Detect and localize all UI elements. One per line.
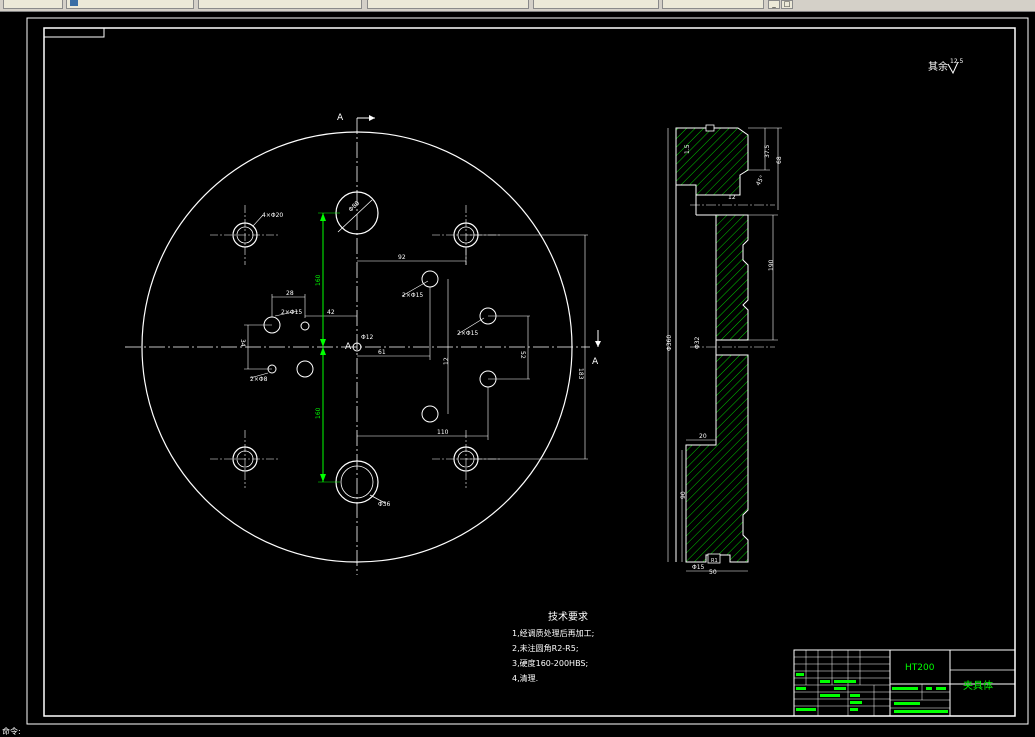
dim-160-bottom: 160 <box>315 407 322 419</box>
section-label-center: A <box>345 342 352 352</box>
dim-center-hole: Φ12 <box>361 334 374 341</box>
part-name-label: 夹具体 <box>963 679 993 692</box>
dim-61: 61 <box>378 349 386 356</box>
dim-large-hole: Φ80 <box>347 200 361 214</box>
dim-side-12: 12 <box>728 194 736 201</box>
dim-bottom-hole: Φ36 <box>378 501 391 508</box>
tech-req-item: 2,未注圆角R2-R5; <box>512 643 579 653</box>
dim-2x15-c: 2×Φ15 <box>281 309 302 316</box>
dim-92: 92 <box>398 254 406 261</box>
arrow-icon <box>369 115 375 121</box>
dim-2x8: 2×Φ8 <box>250 376 268 383</box>
roughness-value: 12.5 <box>950 58 964 65</box>
dim-42: 42 <box>327 309 335 316</box>
section-hatch-middle <box>715 214 749 341</box>
dim-side-15: Φ15 <box>692 564 705 571</box>
section-label-top: A <box>337 113 344 123</box>
section-hatch-lower <box>685 354 749 563</box>
tech-req-item: 3,硬度160-200HBS; <box>512 658 588 668</box>
dim-360: Φ360 <box>666 335 673 351</box>
dim-4x20: 4×Φ20 <box>262 212 283 219</box>
roughness-note: 其余 <box>928 60 948 73</box>
title-block: HT200 夹具体 <box>793 649 1016 717</box>
side-view: 37.5 68 190 1.5 12 45° Φ360 Φ32 20 90 Φ1… <box>666 124 783 576</box>
corner-label-box <box>43 27 105 38</box>
sheet-border <box>26 17 1029 725</box>
dim-90: 90 <box>680 491 687 499</box>
material-label: HT200 <box>905 663 935 673</box>
dim-190: 190 <box>768 259 775 271</box>
dim-68: 68 <box>776 156 783 164</box>
tech-req-item: 4,清理. <box>512 673 538 683</box>
bolt-holes <box>210 205 500 488</box>
dim-45deg: 45° <box>755 174 766 187</box>
dim-20: 20 <box>699 433 707 440</box>
arrow-icon <box>595 341 601 347</box>
front-view: A A Φ80 Φ36 4×Φ20 92 110 61 12 52 183 28… <box>125 113 601 575</box>
tech-req-title: 技术要求 <box>548 610 588 623</box>
dim-160-top: 160 <box>315 274 322 286</box>
dim-50: 50 <box>709 569 717 576</box>
dim-2x15-b: 2×Φ15 <box>457 330 478 337</box>
command-line[interactable]: 命令: <box>0 727 1035 737</box>
dim-1-5: 1.5 <box>684 144 691 154</box>
dim-r1: R1 <box>711 558 718 564</box>
drawing-canvas[interactable]: 其余 12.5 A A Φ80 Φ36 4×Φ20 92 110 61 12 5… <box>0 0 1035 737</box>
dim-2x15-a: 2×Φ15 <box>402 292 423 299</box>
dim-110: 110 <box>437 429 449 436</box>
section-hatch-upper <box>675 127 749 196</box>
dim-32: Φ32 <box>694 336 701 349</box>
dim-52: 52 <box>519 351 526 359</box>
drawing-frame <box>43 27 1016 717</box>
section-label-right: A <box>592 357 599 367</box>
dim-34: 34 <box>239 339 246 347</box>
dim-183: 183 <box>577 368 584 380</box>
dim-28: 28 <box>286 290 294 297</box>
tech-req-item: 1,经调质处理后再加工; <box>512 628 594 638</box>
dim-37-5: 37.5 <box>764 144 771 158</box>
dim-12: 12 <box>443 357 450 365</box>
technical-requirements: 技术要求 1,经调质处理后再加工; 2,未注圆角R2-R5; 3,硬度160-2… <box>512 610 594 683</box>
